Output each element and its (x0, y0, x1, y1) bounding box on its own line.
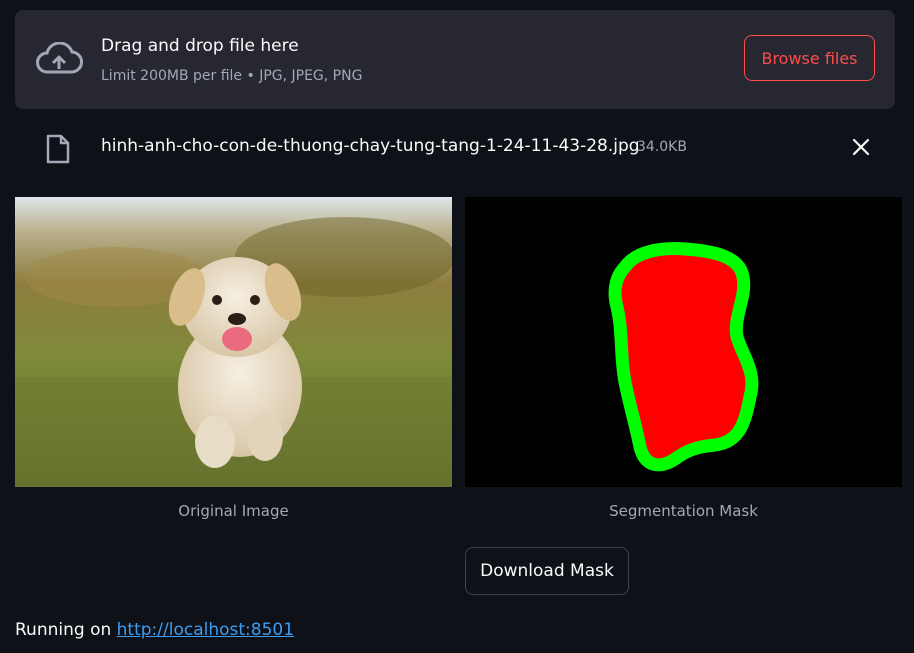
file-name: hinh-anh-cho-con-de-thuong-chay-tung-tan… (101, 136, 640, 156)
localhost-link[interactable]: http://localhost:8501 (117, 620, 294, 640)
file-dropzone[interactable]: Drag and drop file here Limit 200MB per … (15, 10, 895, 109)
uploaded-file-row: hinh-anh-cho-con-de-thuong-chay-tung-tan… (15, 126, 895, 170)
remove-file-close-icon[interactable] (852, 138, 870, 156)
dropzone-limit-text: Limit 200MB per file • JPG, JPEG, PNG (101, 68, 363, 84)
download-mask-button[interactable]: Download Mask (465, 547, 629, 595)
cloud-upload-icon (36, 42, 83, 74)
original-image (15, 197, 452, 487)
dropzone-title: Drag and drop file here (101, 36, 299, 56)
file-size: 34.0KB (637, 139, 687, 155)
segmentation-mask-caption: Segmentation Mask (609, 502, 758, 520)
file-icon (46, 134, 70, 164)
browse-files-button[interactable]: Browse files (744, 35, 875, 81)
original-image-caption: Original Image (178, 502, 289, 520)
running-on-label: Running on (15, 620, 117, 640)
segmentation-mask-image (465, 197, 902, 487)
running-status: Running on http://localhost:8501 (15, 620, 294, 640)
